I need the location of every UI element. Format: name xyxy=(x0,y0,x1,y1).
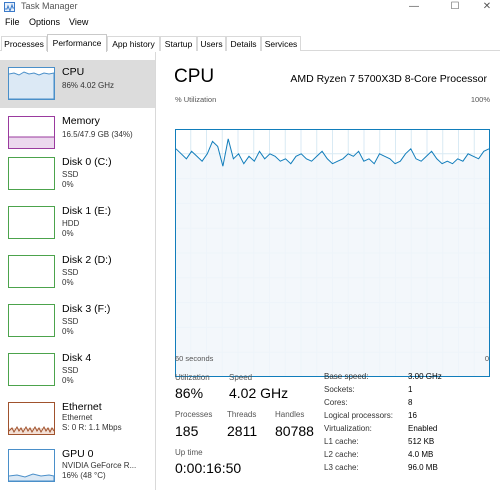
virtualization-label: Virtualization: xyxy=(324,424,372,433)
cpu-utilization-graph xyxy=(175,129,490,377)
resource-name: Disk 3 (F:) xyxy=(62,303,111,315)
tab-performance[interactable]: Performance xyxy=(47,34,107,52)
logical-processors-value: 16 xyxy=(408,411,417,420)
resource-type: HDD xyxy=(62,219,80,228)
tab-app-history[interactable]: App history xyxy=(107,36,160,51)
resource-name: Memory xyxy=(62,115,100,127)
tab-startup[interactable]: Startup xyxy=(160,36,197,51)
resource-cpu[interactable]: CPU 86% 4.02 GHz xyxy=(0,60,155,108)
cpu-detail-panel: CPU AMD Ryzen 7 5700X3D 8-Core Processor… xyxy=(166,52,500,490)
resource-usage: 0% xyxy=(62,278,74,287)
resource-detail: 86% 4.02 GHz xyxy=(62,81,115,90)
utilization-axis-label: % Utilization xyxy=(175,95,217,104)
utilization-label: Utilization xyxy=(175,373,210,382)
sockets-value: 1 xyxy=(408,385,413,394)
sockets-label: Sockets: xyxy=(324,385,355,394)
l2-cache-value: 4.0 MB xyxy=(408,450,434,459)
resource-name: GPU 0 xyxy=(62,448,94,460)
cores-label: Cores: xyxy=(324,398,348,407)
processor-model: AMD Ryzen 7 5700X3D 8-Core Processor xyxy=(290,73,487,85)
l2-cache-label: L2 cache: xyxy=(324,450,359,459)
page-title: CPU xyxy=(174,66,215,87)
base-speed-label: Base speed: xyxy=(324,372,369,381)
handles-label: Handles xyxy=(275,410,305,419)
l3-cache-value: 96.0 MB xyxy=(408,463,438,472)
maximize-icon[interactable]: ☐ xyxy=(442,0,468,14)
resource-name: Disk 0 (C:) xyxy=(62,156,112,168)
time-axis-label: 60 seconds xyxy=(175,354,214,363)
resource-list: CPU 86% 4.02 GHz Memory 16.5/47.9 GB (34… xyxy=(0,52,156,490)
minimize-icon[interactable]: — xyxy=(401,0,427,14)
title-bar: Task Manager — ☐ ✕ xyxy=(0,0,500,15)
speed-value: 4.02 GHz xyxy=(229,385,289,401)
tab-services[interactable]: Services xyxy=(261,36,301,51)
threads-label: Threads xyxy=(227,410,257,419)
close-icon[interactable]: ✕ xyxy=(474,0,500,14)
processes-value: 185 xyxy=(175,423,199,439)
tab-users[interactable]: Users xyxy=(197,36,226,51)
l1-cache-value: 512 KB xyxy=(408,437,435,446)
l3-cache-label: L3 cache: xyxy=(324,463,359,472)
cores-value: 8 xyxy=(408,398,413,407)
resource-disk-0[interactable]: Disk 0 (C:) SSD 0% xyxy=(0,150,155,198)
resource-usage: 0% xyxy=(62,180,74,189)
base-speed-value: 3.00 GHz xyxy=(408,372,442,381)
uptime-label: Up time xyxy=(175,448,203,457)
speed-label: Speed xyxy=(229,373,253,382)
resource-name: CPU xyxy=(62,66,85,78)
resource-disk-3[interactable]: Disk 3 (F:) SSD 0% xyxy=(0,297,155,345)
resource-ethernet[interactable]: Ethernet Ethernet S: 0 R: 1.1 Mbps xyxy=(0,395,155,443)
resource-usage: 16% (48 °C) xyxy=(62,471,106,480)
resource-type: SSD xyxy=(62,317,79,326)
disk-0-thumbnail xyxy=(8,157,55,190)
menu-options[interactable]: Options xyxy=(29,17,60,27)
memory-thumbnail xyxy=(8,116,55,149)
resource-name: Disk 2 (D:) xyxy=(62,254,112,266)
menu-file[interactable]: File xyxy=(5,17,20,27)
tab-details[interactable]: Details xyxy=(226,36,261,51)
menu-view[interactable]: View xyxy=(69,17,88,27)
resource-usage: 0% xyxy=(62,327,74,336)
task-manager-icon xyxy=(4,2,15,12)
uptime-value: 0:00:16:50 xyxy=(175,460,242,476)
handles-value: 80788 xyxy=(275,423,314,439)
resource-usage: 0% xyxy=(62,229,74,238)
logical-processors-label: Logical processors: xyxy=(324,411,393,420)
time-axis-zero: 0 xyxy=(484,354,489,363)
tab-bar: Processes Performance App history Startu… xyxy=(0,34,500,52)
disk-2-thumbnail xyxy=(8,255,55,288)
resource-type: SSD xyxy=(62,366,79,375)
resource-gpu-0[interactable]: GPU 0 NVIDIA GeForce R... 16% (48 °C) xyxy=(0,442,155,490)
resource-type: Ethernet xyxy=(62,413,93,422)
resource-disk-4[interactable]: Disk 4 SSD 0% xyxy=(0,346,155,394)
cpu-thumbnail xyxy=(8,67,55,100)
resource-disk-1[interactable]: Disk 1 (E:) HDD 0% xyxy=(0,199,155,247)
resource-usage: 0% xyxy=(62,376,74,385)
disk-4-thumbnail xyxy=(8,353,55,386)
tab-processes[interactable]: Processes xyxy=(1,36,47,51)
resource-name: Disk 4 xyxy=(62,352,92,364)
disk-3-thumbnail xyxy=(8,304,55,337)
utilization-axis-max: 100% xyxy=(470,95,490,104)
l1-cache-label: L1 cache: xyxy=(324,437,359,446)
processes-label: Processes xyxy=(175,410,213,419)
graph-area xyxy=(176,138,489,376)
ethernet-thumbnail xyxy=(8,402,55,435)
resource-model: NVIDIA GeForce R... xyxy=(62,461,137,470)
virtualization-value: Enabled xyxy=(408,424,438,433)
utilization-value: 86% xyxy=(175,385,204,401)
disk-1-thumbnail xyxy=(8,206,55,239)
window-title: Task Manager xyxy=(21,1,78,11)
resource-name: Disk 1 (E:) xyxy=(62,205,112,217)
resource-type: SSD xyxy=(62,170,79,179)
resource-type: SSD xyxy=(62,268,79,277)
resource-throughput: S: 0 R: 1.1 Mbps xyxy=(62,423,122,432)
gpu-0-thumbnail xyxy=(8,449,55,482)
resource-detail: 16.5/47.9 GB (34%) xyxy=(62,130,133,139)
resource-disk-2[interactable]: Disk 2 (D:) SSD 0% xyxy=(0,248,155,296)
threads-value: 2811 xyxy=(227,423,258,439)
resource-name: Ethernet xyxy=(62,401,102,413)
